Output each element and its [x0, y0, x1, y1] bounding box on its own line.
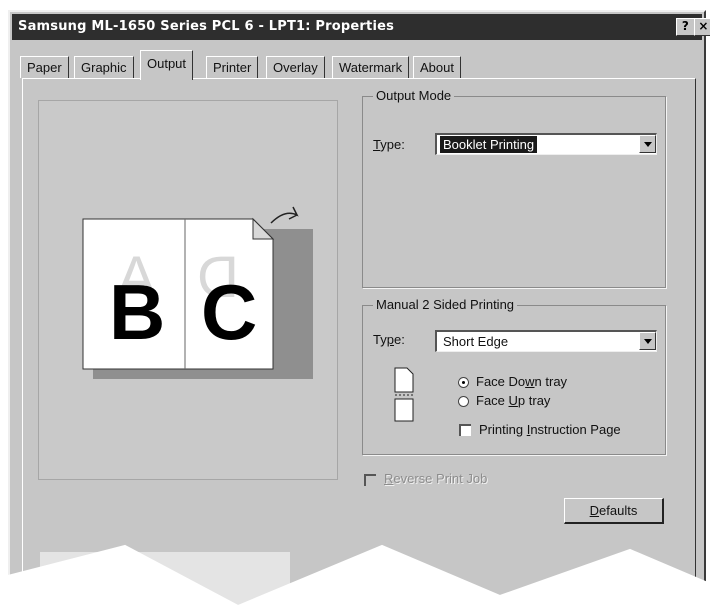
tab-output[interactable]: Output — [140, 50, 194, 80]
torn-edge-overlay — [0, 544, 710, 613]
